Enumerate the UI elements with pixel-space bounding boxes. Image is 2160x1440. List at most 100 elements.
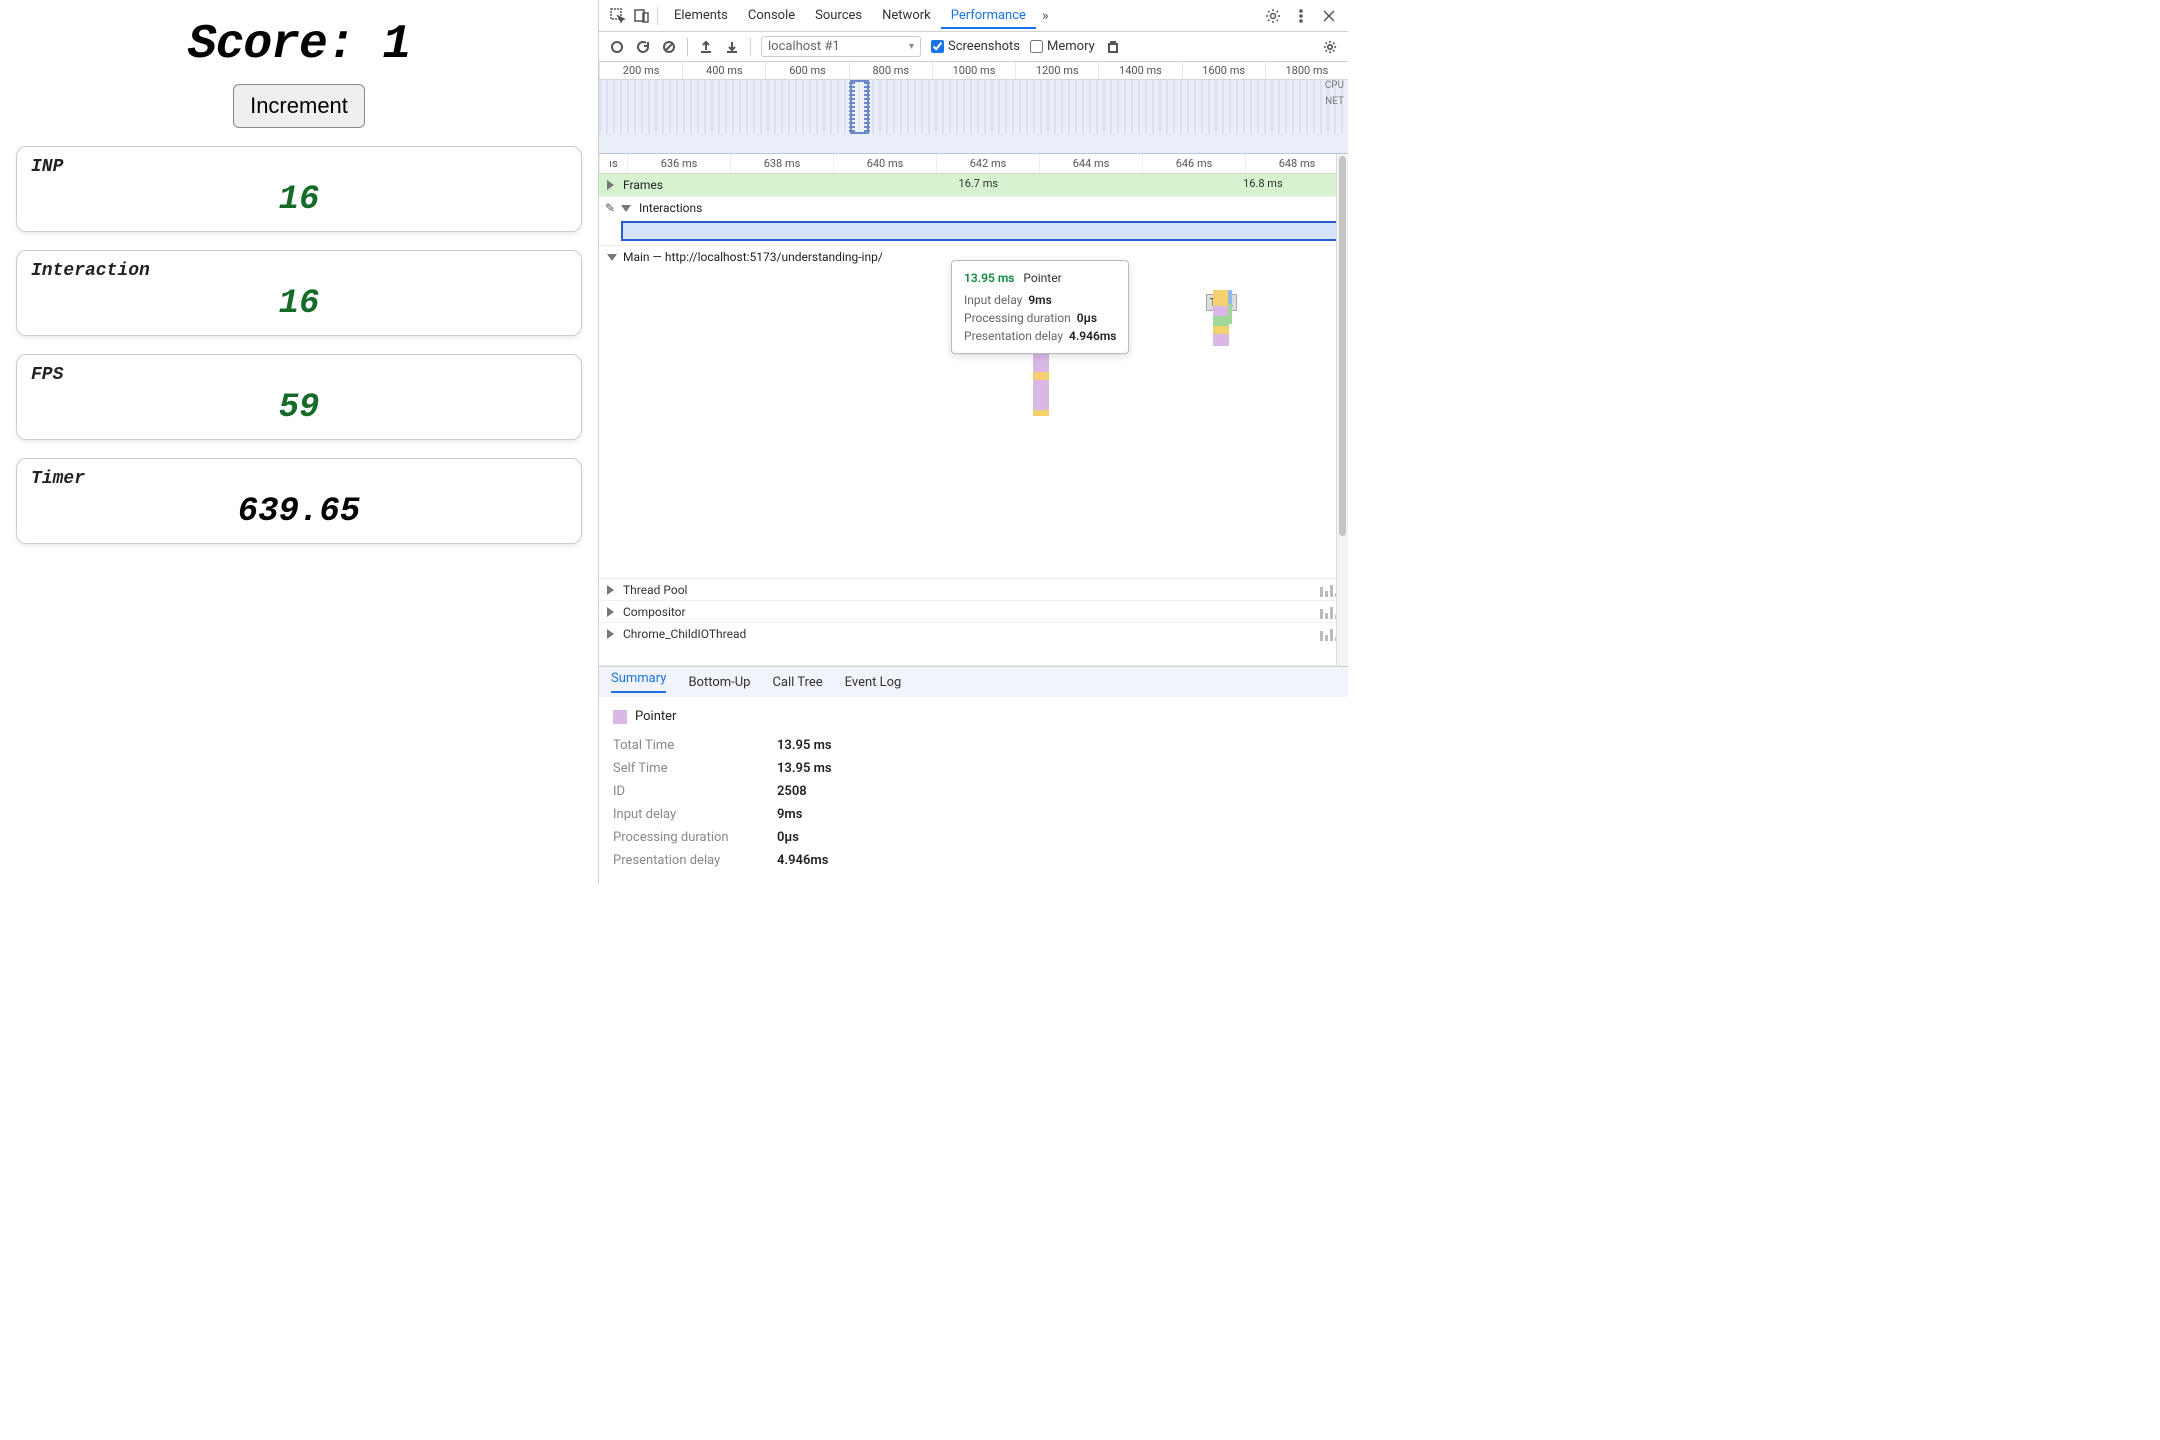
interactions-lane[interactable]: ✎ Interactions <box>599 197 1348 246</box>
summary-value: 9ms <box>777 807 802 822</box>
save-profile-icon[interactable] <box>724 39 740 55</box>
screenshots-checkbox[interactable]: Screenshots <box>931 39 1020 54</box>
summary-event-name: Pointer <box>635 709 676 724</box>
inspect-element-icon[interactable] <box>609 7 627 25</box>
devtools-tab-performance[interactable]: Performance <box>941 2 1036 29</box>
clear-icon[interactable] <box>661 39 677 55</box>
memory-checkbox[interactable]: Memory <box>1030 39 1095 54</box>
summary-row: Total Time 13.95 ms <box>613 734 1334 757</box>
metric-label: Interaction <box>31 261 567 281</box>
metric-label: Timer <box>31 469 567 489</box>
score-display: Score: 1 <box>12 18 586 72</box>
devtools-tab-console[interactable]: Console <box>738 2 805 29</box>
perf-details-panel: Summary Bottom-Up Call Tree Event Log Point… <box>599 666 1348 884</box>
demo-app-pane: Score: 1 Increment INP 16 Interaction 16 F… <box>0 0 598 884</box>
overview-activity <box>599 80 1348 134</box>
flame-chart-area[interactable]: ıs636 ms638 ms640 ms642 ms644 ms646 ms64… <box>599 154 1348 666</box>
summary-row: Presentation delay 4.946ms <box>613 849 1334 872</box>
summary-key: Input delay <box>613 807 763 822</box>
summary-key: Presentation delay <box>613 853 763 868</box>
overview-tick: 200 ms <box>599 62 682 79</box>
frames-label: Frames <box>623 178 663 192</box>
thread-name: Chrome_ChildIOThread <box>623 627 746 641</box>
flame-tick: 648 ms <box>1245 154 1348 173</box>
details-tab-call-tree[interactable]: Call Tree <box>772 675 822 690</box>
expand-triangle-icon[interactable] <box>607 585 614 595</box>
thread-name: Thread Pool <box>623 583 687 597</box>
thread-row[interactable]: Chrome_ChildIOThread <box>599 622 1348 644</box>
event-swatch-icon <box>613 710 627 724</box>
summary-value: 2508 <box>777 784 807 799</box>
more-tabs-icon[interactable]: » <box>1042 8 1049 24</box>
flame-vertical-scrollbar[interactable] <box>1336 154 1348 666</box>
main-thread-lane[interactable]: Main — http://localhost:5173/understandi… <box>599 246 1348 666</box>
summary-value: 13.95 ms <box>777 738 832 753</box>
devtools-tab-network[interactable]: Network <box>872 2 941 29</box>
perf-overview-timeline[interactable]: 200 ms400 ms600 ms800 ms1000 ms1200 ms14… <box>599 62 1348 154</box>
thread-row[interactable]: Compositor <box>599 600 1348 622</box>
increment-button[interactable]: Increment <box>233 84 365 128</box>
scrollbar-thumb[interactable] <box>1339 156 1346 536</box>
score-label: Score: <box>188 18 355 72</box>
metric-label: INP <box>31 157 567 177</box>
overview-selection-window[interactable] <box>850 80 869 134</box>
interaction-bar[interactable] <box>621 221 1340 241</box>
capture-settings-gear-icon[interactable] <box>1322 39 1338 55</box>
details-tab-bottom-up[interactable]: Bottom-Up <box>688 675 750 690</box>
selection-grip-left[interactable] <box>849 82 855 132</box>
pencil-icon: ✎ <box>605 201 615 215</box>
summary-value: 4.946ms <box>777 853 828 868</box>
overview-ruler: 200 ms400 ms600 ms800 ms1000 ms1200 ms14… <box>599 62 1348 80</box>
record-icon[interactable] <box>609 39 625 55</box>
device-toolbar-icon[interactable] <box>633 7 651 25</box>
flame-stack[interactable] <box>1213 290 1229 346</box>
divider <box>687 38 688 56</box>
metric-card: Interaction 16 <box>16 250 582 336</box>
devtools-tab-sources[interactable]: Sources <box>805 2 872 29</box>
collapse-triangle-icon[interactable] <box>621 205 631 212</box>
interaction-tooltip: 13.95 ms Pointer Input delay9msProcessin… <box>951 260 1129 354</box>
devtools-pane: ElementsConsoleSourcesNetworkPerformance… <box>598 0 1348 884</box>
metric-value: 59 <box>31 389 567 427</box>
expand-triangle-icon[interactable] <box>607 629 614 639</box>
overview-tick: 800 ms <box>849 62 932 79</box>
summary-key: Total Time <box>613 738 763 753</box>
summary-value: 0µs <box>777 830 799 845</box>
reload-record-icon[interactable] <box>635 39 651 55</box>
close-devtools-icon[interactable] <box>1320 7 1338 25</box>
tooltip-type: Pointer <box>1023 271 1061 285</box>
metric-card: INP 16 <box>16 146 582 232</box>
summary-key: ID <box>613 784 763 799</box>
overview-tick: 400 ms <box>682 62 765 79</box>
overview-tick: 1000 ms <box>932 62 1015 79</box>
gc-icon[interactable] <box>1105 39 1121 55</box>
gear-icon[interactable] <box>1264 7 1282 25</box>
interactions-label: Interactions <box>639 201 702 215</box>
collapse-triangle-icon[interactable] <box>607 254 617 261</box>
load-profile-icon[interactable] <box>698 39 714 55</box>
divider <box>657 7 658 25</box>
metric-card: Timer 639.65 <box>16 458 582 544</box>
details-tabbar: Summary Bottom-Up Call Tree Event Log <box>599 667 1348 697</box>
flame-stack[interactable] <box>1228 290 1232 324</box>
thread-row[interactable]: Thread Pool <box>599 578 1348 600</box>
summary-row: Self Time13.95 ms <box>613 757 1334 780</box>
frame-duration: 16.7 ms <box>959 177 999 190</box>
metric-card: FPS 59 <box>16 354 582 440</box>
cpu-label: CPU <box>1325 80 1344 91</box>
frames-lane[interactable]: Frames 16.7 ms16.8 ms <box>599 174 1348 197</box>
kebab-menu-icon[interactable] <box>1292 7 1310 25</box>
details-tab-summary[interactable]: Summary <box>611 671 666 693</box>
metric-label: FPS <box>31 365 567 385</box>
flame-tick: 644 ms <box>1039 154 1142 173</box>
expand-triangle-icon[interactable] <box>607 607 614 617</box>
devtools-tabbar: ElementsConsoleSourcesNetworkPerformance… <box>599 0 1348 32</box>
expand-triangle-icon[interactable] <box>607 180 614 190</box>
selection-grip-right[interactable] <box>864 82 870 132</box>
details-tab-event-log[interactable]: Event Log <box>845 675 902 690</box>
overview-tick: 1800 ms <box>1265 62 1348 79</box>
target-selector[interactable]: localhost #1 <box>761 36 921 57</box>
devtools-tab-elements[interactable]: Elements <box>664 2 738 29</box>
score-value: 1 <box>382 18 410 72</box>
overview-tick: 600 ms <box>765 62 848 79</box>
